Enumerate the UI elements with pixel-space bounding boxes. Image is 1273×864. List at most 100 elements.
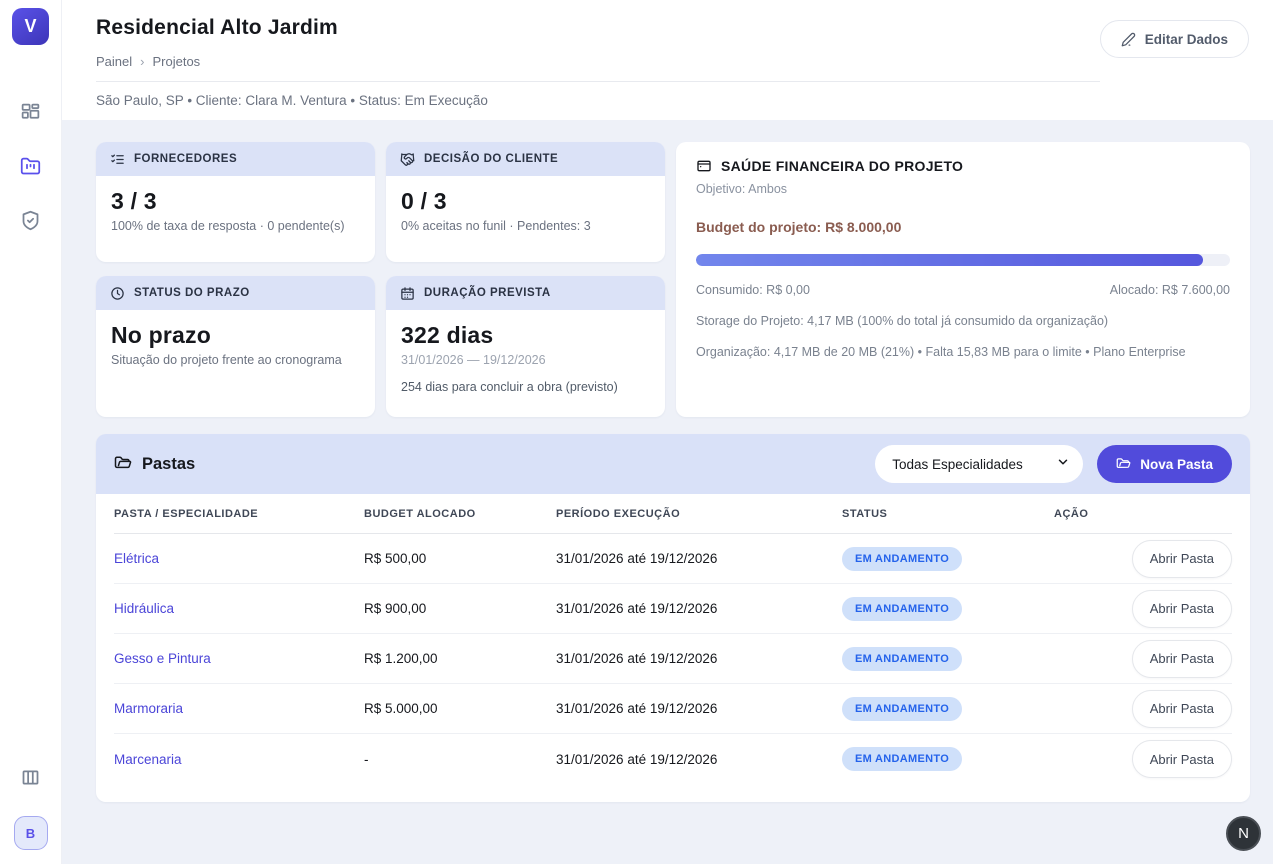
- folders-table: PASTA / ESPECIALIDADE BUDGET ALOCADO PER…: [96, 494, 1250, 802]
- columns-icon: [20, 767, 41, 788]
- folder-open-icon: [1116, 457, 1131, 472]
- shield-check-icon: [20, 210, 41, 231]
- col-header: BUDGET ALOCADO: [364, 508, 556, 520]
- sidebar-item-projects[interactable]: [18, 153, 44, 179]
- status-cell: EM ANDAMENTO: [842, 597, 1054, 621]
- breadcrumb-separator: ›: [140, 54, 144, 69]
- card-value: No prazo: [111, 322, 360, 349]
- open-folder-button[interactable]: Abrir Pasta: [1132, 540, 1232, 578]
- finance-storage: Storage do Projeto: 4,17 MB (100% do tot…: [696, 314, 1230, 328]
- card-fornecedores: FORNECEDORES 3 / 3 100% de taxa de respo…: [96, 142, 375, 262]
- breadcrumb: Painel › Projetos: [96, 54, 1100, 81]
- action-cell: Abrir Pasta: [1054, 540, 1232, 578]
- open-folder-button[interactable]: Abrir Pasta: [1132, 640, 1232, 678]
- card-duracao-prevista: DURAÇÃO PREVISTA 322 dias 31/01/2026 — 1…: [386, 276, 665, 417]
- period-cell: 31/01/2026 até 19/12/2026: [556, 651, 842, 666]
- table-row: MarmorariaR$ 5.000,0031/01/2026 até 19/1…: [114, 684, 1232, 734]
- page-title: Residencial Alto Jardim: [96, 16, 1100, 40]
- status-badge: EM ANDAMENTO: [842, 697, 962, 721]
- breadcrumb-item-painel[interactable]: Painel: [96, 54, 132, 69]
- card-title: DURAÇÃO PREVISTA: [424, 287, 551, 299]
- open-folder-button[interactable]: Abrir Pasta: [1132, 740, 1232, 778]
- avatar-letter: B: [26, 826, 35, 841]
- status-cell: EM ANDAMENTO: [842, 547, 1054, 571]
- col-header: PASTA / ESPECIALIDADE: [114, 508, 364, 520]
- budget-cell: R$ 5.000,00: [364, 701, 556, 716]
- specialty-filter-wrap: Todas Especialidades: [875, 445, 1083, 483]
- open-folder-button[interactable]: Abrir Pasta: [1132, 690, 1232, 728]
- card-saude-financeira: SAÚDE FINANCEIRA DO PROJETO Objetivo: Am…: [676, 142, 1250, 417]
- table-row: ElétricaR$ 500,0031/01/2026 até 19/12/20…: [114, 534, 1232, 584]
- period-cell: 31/01/2026 até 19/12/2026: [556, 551, 842, 566]
- card-value: 322 dias: [401, 322, 650, 349]
- breadcrumb-item-projetos[interactable]: Projetos: [152, 54, 200, 69]
- new-folder-label: Nova Pasta: [1140, 457, 1213, 472]
- card-extra: 254 dias para concluir a obra (previsto): [401, 380, 650, 394]
- status-cell: EM ANDAMENTO: [842, 747, 1054, 771]
- table-row: Gesso e PinturaR$ 1.200,0031/01/2026 até…: [114, 634, 1232, 684]
- folder-name-link[interactable]: Elétrica: [114, 551, 364, 566]
- card-title: STATUS DO PRAZO: [134, 287, 250, 299]
- card-date-range: 31/01/2026 — 19/12/2026: [401, 353, 650, 367]
- sidebar-item-dashboard[interactable]: [18, 99, 44, 125]
- edit-data-label: Editar Dados: [1145, 32, 1228, 47]
- folders-table-head: PASTA / ESPECIALIDADE BUDGET ALOCADO PER…: [114, 494, 1232, 534]
- folders-title: Pastas: [142, 455, 195, 474]
- sidebar-nav: [18, 99, 44, 233]
- card-caption: 0% aceitas no funil · Pendentes: 3: [401, 219, 650, 233]
- app-logo[interactable]: V: [12, 8, 49, 45]
- folders-table-body: ElétricaR$ 500,0031/01/2026 até 19/12/20…: [114, 534, 1232, 784]
- specialty-filter-select[interactable]: Todas Especialidades: [875, 445, 1083, 483]
- finance-allocated: Alocado: R$ 7.600,00: [1110, 283, 1230, 297]
- folder-name-link[interactable]: Marmoraria: [114, 701, 364, 716]
- sidebar-item-columns[interactable]: [18, 764, 44, 790]
- action-cell: Abrir Pasta: [1054, 690, 1232, 728]
- finance-title-text: SAÚDE FINANCEIRA DO PROJETO: [721, 158, 963, 174]
- status-cell: EM ANDAMENTO: [842, 647, 1054, 671]
- folders-section: Pastas Todas Especialidades Nova Pasta: [96, 434, 1250, 802]
- open-folder-button[interactable]: Abrir Pasta: [1132, 590, 1232, 628]
- new-folder-button[interactable]: Nova Pasta: [1097, 445, 1232, 483]
- folder-name-link[interactable]: Hidráulica: [114, 601, 364, 616]
- content: FORNECEDORES 3 / 3 100% de taxa de respo…: [62, 120, 1273, 802]
- action-cell: Abrir Pasta: [1054, 590, 1232, 628]
- budget-progress-track: [696, 254, 1230, 266]
- card-title: FORNECEDORES: [134, 153, 237, 165]
- clock-icon: [110, 286, 125, 301]
- finance-consumed: Consumido: R$ 0,00: [696, 283, 810, 297]
- folder-kanban-icon: [20, 156, 41, 177]
- action-cell: Abrir Pasta: [1054, 640, 1232, 678]
- period-cell: 31/01/2026 até 19/12/2026: [556, 701, 842, 716]
- logo-letter: V: [24, 16, 36, 37]
- edit-data-button[interactable]: Editar Dados: [1100, 20, 1249, 58]
- user-avatar[interactable]: B: [14, 816, 48, 850]
- folder-name-link[interactable]: Marcenaria: [114, 752, 364, 767]
- calendar-icon: [400, 286, 415, 301]
- table-row: Marcenaria-31/01/2026 até 19/12/2026EM A…: [114, 734, 1232, 784]
- status-badge: EM ANDAMENTO: [842, 547, 962, 571]
- card-status-prazo: STATUS DO PRAZO No prazo Situação do pro…: [96, 276, 375, 417]
- col-header: STATUS: [842, 508, 1054, 520]
- checklist-icon: [110, 152, 125, 167]
- period-cell: 31/01/2026 até 19/12/2026: [556, 752, 842, 767]
- sidebar-item-security[interactable]: [18, 207, 44, 233]
- folder-name-link[interactable]: Gesso e Pintura: [114, 651, 364, 666]
- handshake-icon: [400, 152, 415, 167]
- finance-budget: Budget do projeto: R$ 8.000,00: [696, 219, 1230, 235]
- budget-cell: R$ 1.200,00: [364, 651, 556, 666]
- card-decisao-cliente: DECISÃO DO CLIENTE 0 / 3 0% aceitas no f…: [386, 142, 665, 262]
- project-meta: São Paulo, SP • Cliente: Clara M. Ventur…: [96, 81, 1100, 120]
- topbar: Residencial Alto Jardim Painel › Projeto…: [62, 0, 1273, 120]
- notification-fab[interactable]: N: [1226, 816, 1261, 851]
- sidebar: V B: [0, 0, 62, 864]
- status-badge: EM ANDAMENTO: [842, 647, 962, 671]
- folder-open-icon: [114, 455, 132, 473]
- card-value: 3 / 3: [111, 188, 360, 215]
- summary-cards: FORNECEDORES 3 / 3 100% de taxa de respo…: [96, 142, 1250, 417]
- folders-header: Pastas Todas Especialidades Nova Pasta: [96, 434, 1250, 494]
- status-badge: EM ANDAMENTO: [842, 597, 962, 621]
- budget-cell: R$ 900,00: [364, 601, 556, 616]
- table-row: HidráulicaR$ 900,0031/01/2026 até 19/12/…: [114, 584, 1232, 634]
- finance-objective: Objetivo: Ambos: [696, 182, 1230, 196]
- finance-organization: Organização: 4,17 MB de 20 MB (21%) • Fa…: [696, 345, 1230, 359]
